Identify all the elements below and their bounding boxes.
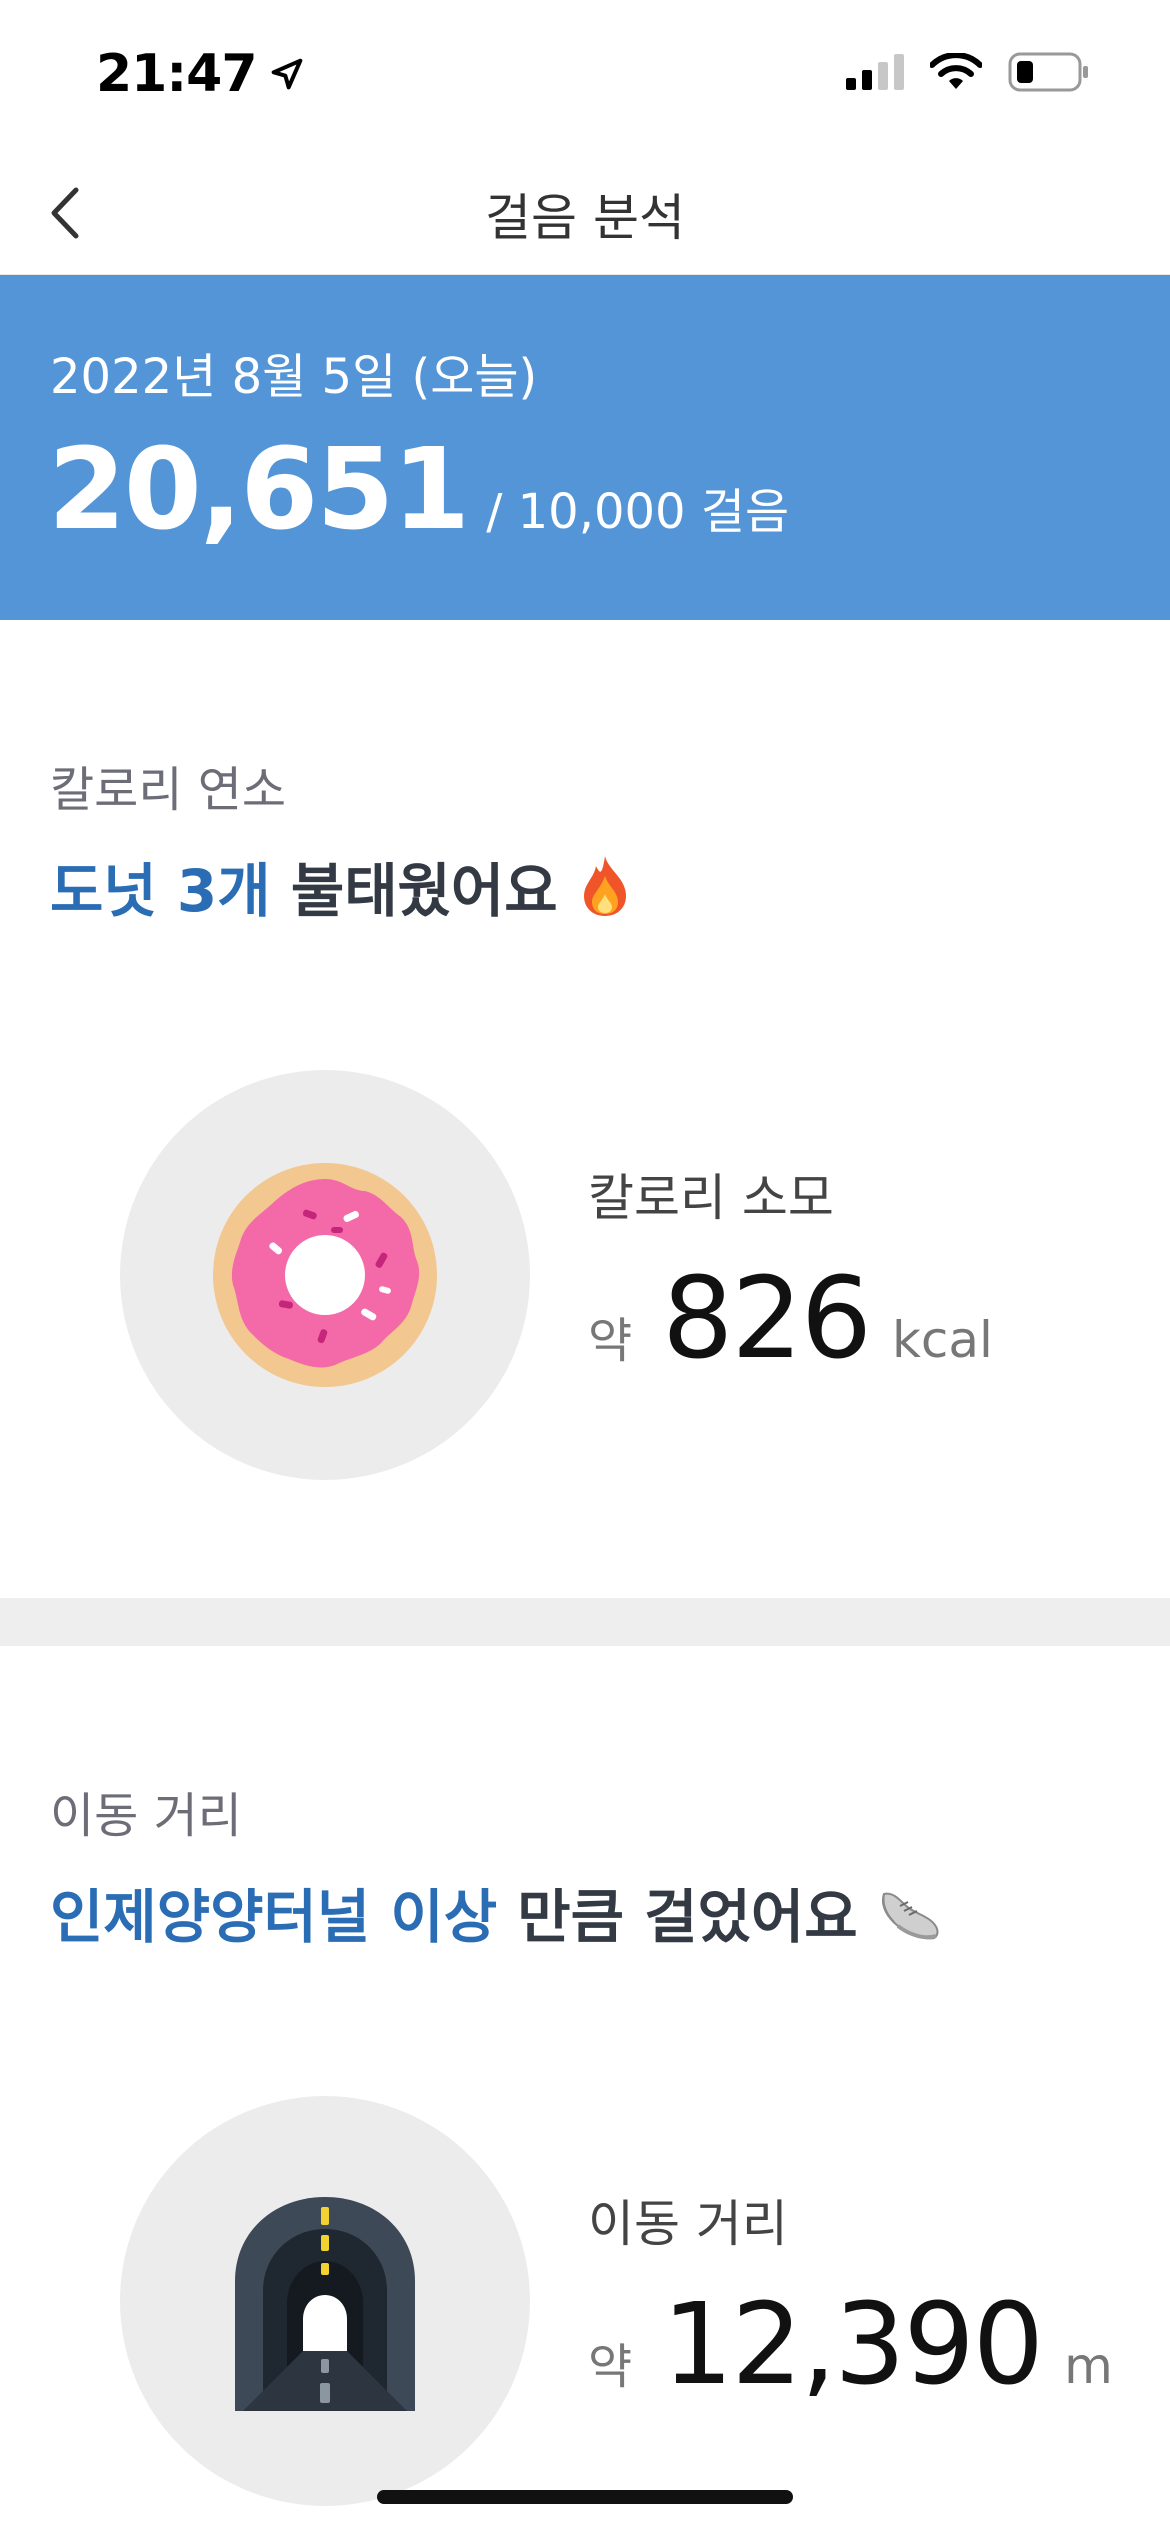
calorie-headline: 도넛 3개 불태웠어요	[50, 844, 632, 928]
donut-icon	[213, 1163, 437, 1387]
distance-section-label: 이동 거리	[50, 1788, 242, 1844]
summary-date: 2022년 8월 5일 (오늘)	[50, 349, 538, 405]
tunnel-icon	[235, 2197, 415, 2411]
status-time: 21:47	[96, 44, 307, 104]
distance-headline: 인제양양터널 이상 만큼 걸었어요	[50, 1870, 942, 1954]
calorie-section-label: 칼로리 연소	[50, 762, 287, 818]
calorie-headline-highlight: 도넛 3개	[50, 857, 271, 925]
fire-icon	[578, 854, 632, 918]
distance-headline-highlight: 인제양양터널 이상	[50, 1883, 498, 1951]
section-divider	[0, 1598, 1170, 1646]
calorie-stat-label: 칼로리 소모	[588, 1169, 834, 1227]
calorie-stat-unit: kcal	[891, 1311, 993, 1369]
step-count: 20,651	[48, 425, 470, 555]
battery-icon	[1008, 52, 1088, 92]
distance-headline-text: 만큼 걸었어요	[497, 1883, 858, 1951]
wifi-icon	[930, 53, 982, 89]
home-indicator[interactable]	[377, 2490, 793, 2504]
distance-stat-unit: m	[1064, 2337, 1113, 2395]
step-summary-banner: 2022년 8월 5일 (오늘) 20,651 / 10,000 걸음	[0, 275, 1170, 620]
calorie-illustration	[120, 1070, 530, 1480]
calorie-headline-text: 불태웠어요	[270, 857, 558, 925]
sneaker-icon	[878, 1884, 942, 1940]
calorie-stat-value: 826	[662, 1254, 872, 1384]
navigation-bar: 걸음 분석	[0, 150, 1170, 276]
calorie-stat-prefix: 약	[588, 1313, 633, 1369]
distance-stat-prefix: 약	[588, 2339, 633, 2395]
calorie-section: 칼로리 연소 도넛 3개 불태웠어요 칼로리 소모 약 826 kcal	[0, 620, 1170, 1598]
distance-stat-label: 이동 거리	[588, 2195, 788, 2253]
distance-stat-row: 약 12,390 m	[588, 2280, 1113, 2410]
location-arrow-icon	[271, 58, 302, 90]
status-icons	[846, 52, 1090, 92]
status-bar: 21:47	[0, 0, 1170, 150]
calorie-stat-row: 약 826 kcal	[588, 1254, 993, 1384]
status-time-text: 21:47	[96, 44, 258, 104]
cellular-signal-icon	[846, 54, 904, 90]
distance-illustration	[120, 2096, 530, 2506]
distance-section: 이동 거리 인제양양터널 이상 만큼 걸었어요 이동 거리 약 12,390 m	[0, 1646, 1170, 2532]
page-title: 걸음 분석	[485, 189, 685, 247]
distance-stat-value: 12,390	[662, 2280, 1044, 2410]
step-count-row: 20,651 / 10,000 걸음	[48, 425, 789, 555]
step-goal: / 10,000 걸음	[486, 484, 790, 540]
